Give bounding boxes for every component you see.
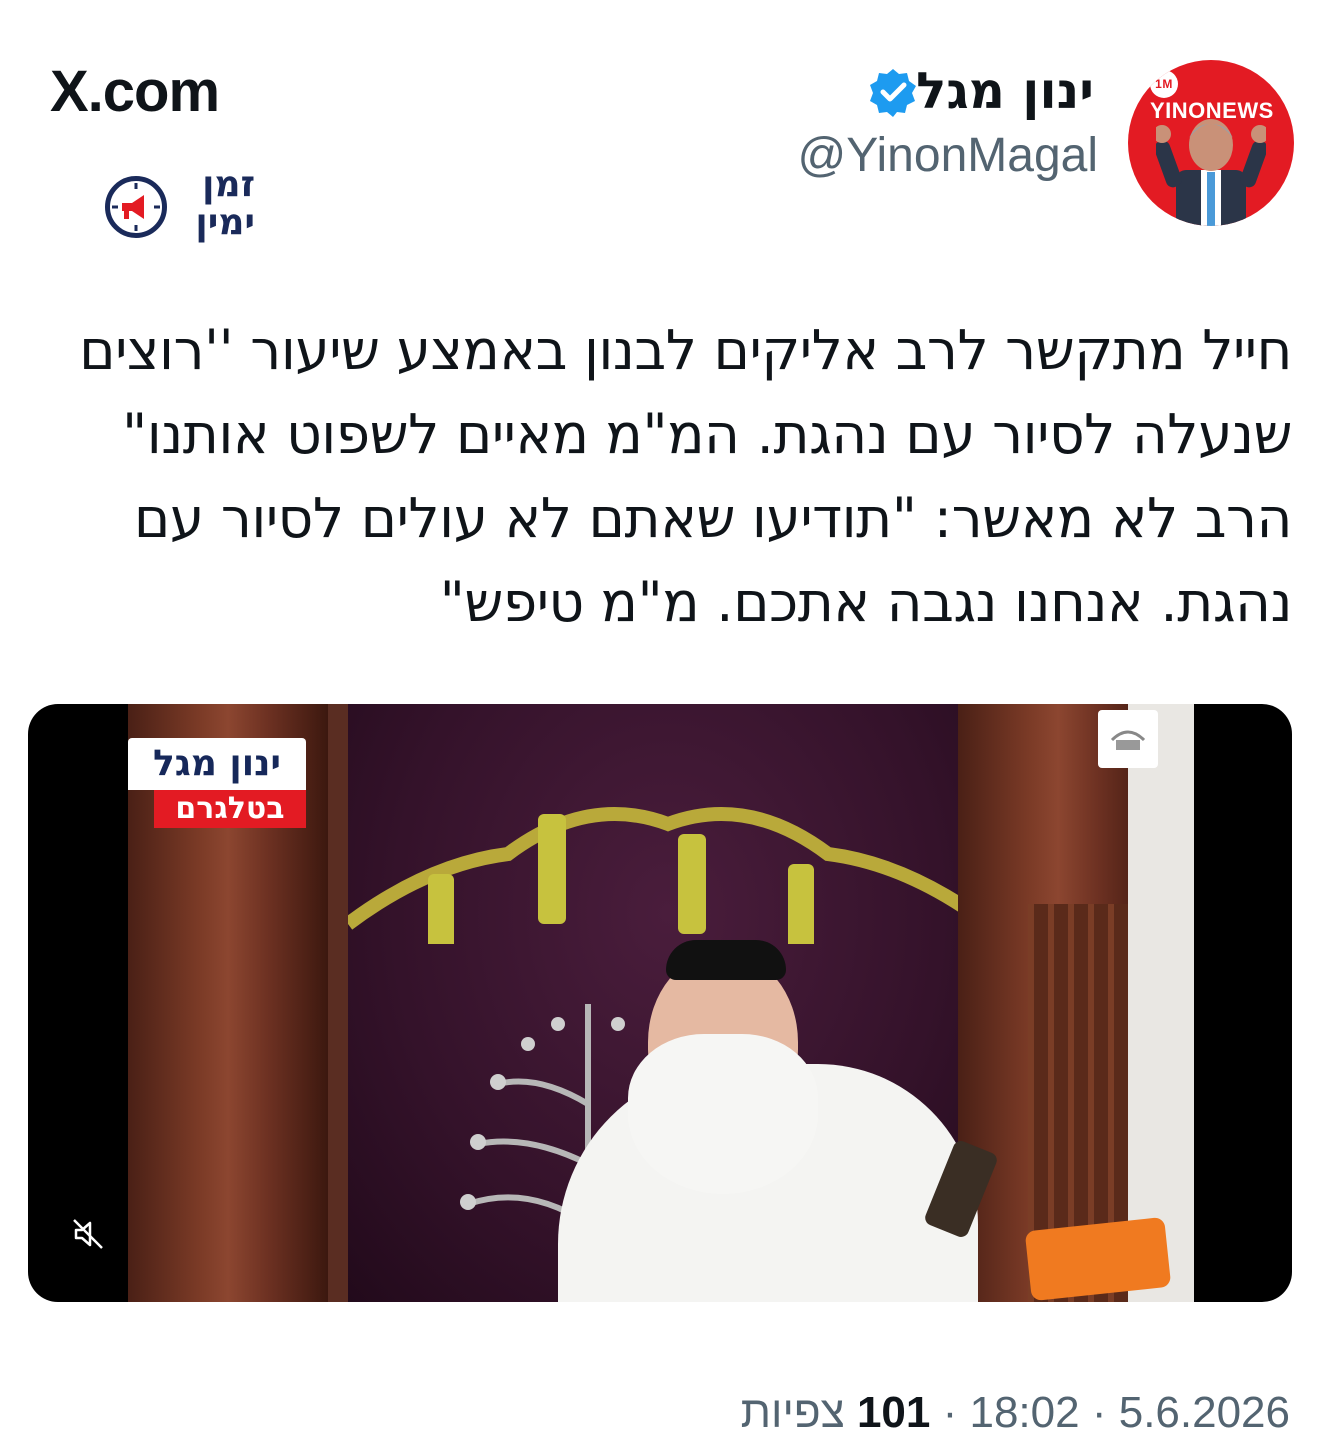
wall [1128,704,1194,1302]
avatar-badge-prefix: 1M [1150,70,1178,99]
speaker-beard [628,1034,818,1194]
logo-line-1: זמן [202,164,255,205]
mute-icon[interactable] [70,1216,106,1252]
watermark-logo [1098,710,1158,768]
orange-bag [1024,1216,1172,1302]
speaker-kippah [666,940,786,980]
tweet-date[interactable]: 5.6.2026 [1119,1388,1290,1437]
views-count: 101 [856,1388,931,1437]
separator: · [942,1388,958,1437]
tweet-text: חייל מתקשר לרב אליקים לבנון באמצע שיעור … [79,318,1292,634]
author-avatar[interactable]: 1MYINONEWS [1128,60,1294,226]
author-handle[interactable]: @YinonMagal [798,128,1098,183]
logo-text: זמן ימין [175,166,255,242]
tweet-time[interactable]: 18:02 [969,1388,1079,1437]
curtain-valance [348,807,988,944]
site-brand: X.com [50,59,220,124]
channel-overlay: ינון מגל בטלגרם [128,738,306,828]
channel-tag-bottom: בטלגרם [154,790,306,828]
clock-icon [105,176,167,238]
author-name[interactable]: ינון מגל [916,62,1094,120]
verified-badge-icon [870,69,916,117]
person-illustration [1156,119,1266,226]
zman-yamin-logo: זמן ימין [105,166,255,248]
separator: · [1091,1388,1107,1437]
tweet-meta: 5.6.2026 · 18:02 · 101 צפיות [741,1388,1290,1438]
views-label: צפיות [740,1388,845,1437]
logo-line-2: ימין [195,202,255,243]
channel-tag-top: ינון מגל [128,738,306,790]
